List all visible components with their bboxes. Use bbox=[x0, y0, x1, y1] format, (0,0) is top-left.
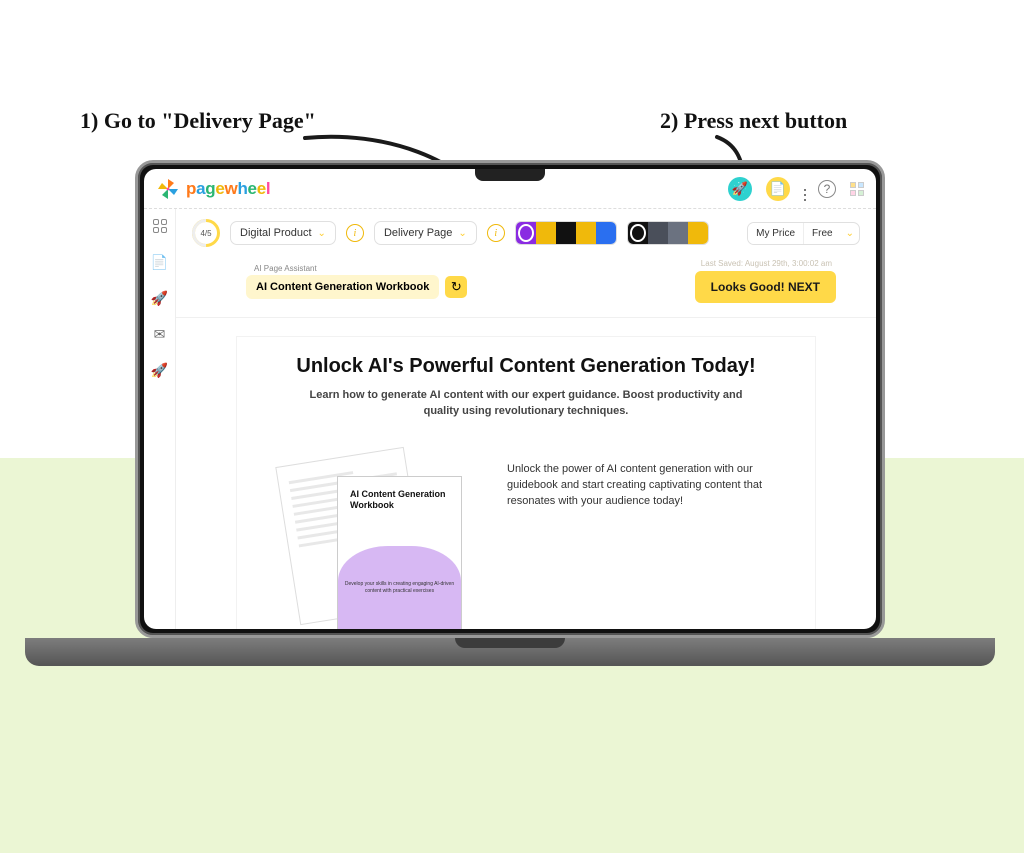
brand-text: pagewheel bbox=[186, 179, 270, 199]
sidebar-document-icon[interactable]: 📄 bbox=[151, 253, 169, 271]
ai-assistant-block: AI Page Assistant AI Content Generation … bbox=[246, 264, 467, 299]
preview-mock-docs: AI Content Generation Workbook Develop y… bbox=[277, 456, 477, 629]
notifications-icon[interactable]: 📄 bbox=[766, 177, 790, 201]
pinwheel-logo-icon bbox=[156, 177, 180, 201]
preview-body: Unlock the power of AI content generatio… bbox=[507, 456, 775, 510]
sidebar-promo-icon[interactable]: 🚀 bbox=[151, 361, 169, 379]
price-select[interactable]: My Price Free ⌄ bbox=[747, 222, 860, 245]
launch-icon[interactable]: 🚀 bbox=[728, 177, 752, 201]
brand[interactable]: pagewheel bbox=[156, 177, 270, 201]
chevron-down-icon: ⌄ bbox=[318, 228, 326, 239]
help-icon[interactable]: ? bbox=[818, 180, 836, 198]
page-type-select[interactable]: Delivery Page ⌄ bbox=[374, 221, 477, 245]
swatch[interactable] bbox=[596, 222, 616, 244]
laptop-notch bbox=[475, 169, 545, 181]
next-button-label: Looks Good! NEXT bbox=[711, 280, 820, 294]
sidebar: 📄 🚀 ✉ 🚀 bbox=[144, 209, 176, 629]
price-label: My Price bbox=[748, 223, 803, 244]
doc-tagline: Develop your skills in creating engaging… bbox=[344, 581, 455, 594]
next-button[interactable]: Looks Good! NEXT bbox=[695, 271, 836, 303]
preview-title: Unlock AI's Powerful Content Generation … bbox=[257, 355, 795, 378]
swatch[interactable] bbox=[648, 222, 668, 244]
page-toolbar: 4/5 Digital Product ⌄ i Delivery Page ⌄ … bbox=[176, 209, 876, 257]
ai-assistant-label: AI Page Assistant bbox=[254, 264, 467, 273]
swatch[interactable] bbox=[688, 222, 708, 244]
sidebar-launch-icon[interactable]: 🚀 bbox=[151, 289, 169, 307]
chevron-down-icon: ⌄ bbox=[458, 228, 466, 239]
laptop-base bbox=[25, 638, 995, 666]
doc-title: AI Content Generation Workbook bbox=[350, 489, 449, 512]
swatch[interactable] bbox=[628, 222, 648, 244]
ai-content-chip[interactable]: AI Content Generation Workbook bbox=[246, 275, 439, 299]
info-icon[interactable]: i bbox=[487, 224, 505, 242]
ai-regenerate-button[interactable]: ↻ bbox=[445, 276, 467, 298]
doc-front-icon: AI Content Generation Workbook Develop y… bbox=[337, 476, 462, 629]
laptop-mockup: pagewheel 🚀 📄 ? 📄 🚀 ✉ bbox=[135, 160, 885, 666]
palette-secondary[interactable] bbox=[627, 221, 709, 245]
progress-ring[interactable]: 4/5 bbox=[192, 219, 220, 247]
last-saved-text: Last Saved: August 29th, 3:00:02 am bbox=[695, 259, 836, 268]
swatch[interactable] bbox=[536, 222, 556, 244]
swatch[interactable] bbox=[576, 222, 596, 244]
price-value: Free bbox=[803, 223, 841, 244]
product-type-select[interactable]: Digital Product ⌄ bbox=[230, 221, 336, 245]
sidebar-dashboard-icon[interactable] bbox=[151, 217, 169, 235]
preview-subtitle: Learn how to generate AI content with ou… bbox=[306, 388, 746, 420]
templates-icon[interactable] bbox=[850, 182, 864, 196]
swatch[interactable] bbox=[516, 222, 536, 244]
palette-primary[interactable] bbox=[515, 221, 617, 245]
chevron-down-icon: ⌄ bbox=[841, 223, 859, 244]
info-icon[interactable]: i bbox=[346, 224, 364, 242]
swatch[interactable] bbox=[668, 222, 688, 244]
sidebar-mail-icon[interactable]: ✉ bbox=[151, 325, 169, 343]
refresh-icon: ↻ bbox=[451, 279, 462, 295]
page-preview: Unlock AI's Powerful Content Generation … bbox=[236, 336, 816, 629]
annotation-step-1: 1) Go to "Delivery Page" bbox=[80, 108, 316, 134]
ai-content-text: AI Content Generation Workbook bbox=[256, 281, 429, 293]
product-type-label: Digital Product bbox=[240, 227, 312, 239]
progress-value: 4/5 bbox=[200, 229, 211, 238]
page-type-label: Delivery Page bbox=[384, 227, 452, 239]
swatch[interactable] bbox=[556, 222, 576, 244]
